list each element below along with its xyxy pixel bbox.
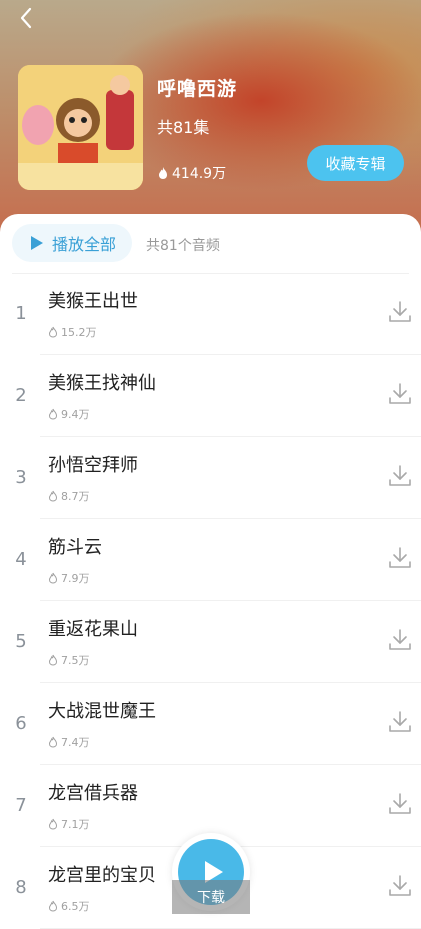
- download-button[interactable]: [387, 873, 413, 899]
- track-play-count-value: 8.7万: [61, 490, 90, 503]
- track-title: 孙悟空拜师: [48, 455, 138, 476]
- track-play-count: 9.4万: [48, 406, 90, 422]
- flame-icon: [48, 572, 58, 584]
- track-play-count-value: 7.1万: [61, 818, 90, 831]
- flame-icon: [48, 408, 58, 420]
- track-play-count: 7.9万: [48, 570, 90, 586]
- flame-icon: [159, 167, 167, 179]
- track-play-count-value: 7.4万: [61, 736, 90, 749]
- flame-icon: [48, 654, 58, 666]
- flame-icon: [48, 818, 58, 830]
- download-button[interactable]: [387, 381, 413, 407]
- album-play-count-value: 414.9万: [172, 166, 227, 182]
- track-title: 龙宫借兵器: [48, 783, 138, 804]
- download-icon: [389, 547, 411, 568]
- track-row[interactable]: 2 美猴王找神仙 9.4万: [15, 355, 421, 437]
- download-button[interactable]: [387, 299, 413, 325]
- track-title: 筋斗云: [48, 537, 102, 558]
- track-play-count-value: 7.5万: [61, 654, 90, 667]
- track-row[interactable]: 6 大战混世魔王 7.4万: [15, 683, 421, 765]
- track-number: 1: [15, 303, 27, 324]
- track-play-count-value: 7.9万: [61, 572, 90, 585]
- download-icon: [389, 383, 411, 404]
- track-play-count: 7.4万: [48, 734, 90, 750]
- track-number: 4: [15, 549, 27, 570]
- download-icon: [389, 301, 411, 322]
- track-play-count: 7.1万: [48, 816, 90, 832]
- flame-icon: [48, 736, 58, 748]
- download-icon: [389, 793, 411, 814]
- track-title: 美猴王出世: [48, 291, 138, 312]
- flame-icon: [48, 490, 58, 502]
- album-title: 呼噜西游: [157, 78, 238, 100]
- track-number: 8: [15, 877, 27, 898]
- track-title: 美猴王找神仙: [48, 373, 156, 394]
- download-button[interactable]: [387, 627, 413, 653]
- track-row[interactable]: 5 重返花果山 7.5万: [15, 601, 421, 683]
- download-icon: [389, 629, 411, 650]
- track-title: 龙宫里的宝贝: [48, 865, 156, 886]
- track-row[interactable]: 4 筋斗云 7.9万: [15, 519, 421, 601]
- play-all-button[interactable]: 播放全部: [12, 224, 132, 262]
- flame-icon: [48, 900, 58, 912]
- track-number: 2: [15, 385, 27, 406]
- track-number: 5: [15, 631, 27, 652]
- download-icon: [389, 465, 411, 486]
- track-play-count: 8.7万: [48, 488, 90, 504]
- track-row[interactable]: 1 美猴王出世 15.2万: [15, 273, 421, 355]
- download-label[interactable]: 下载: [172, 880, 250, 914]
- track-title: 重返花果山: [48, 619, 138, 640]
- download-button[interactable]: [387, 791, 413, 817]
- track-play-count: 15.2万: [48, 324, 97, 340]
- track-play-count-value: 6.5万: [61, 900, 90, 913]
- track-number: 6: [15, 713, 27, 734]
- episode-count: 共81集: [157, 118, 210, 137]
- track-play-count: 6.5万: [48, 898, 90, 914]
- back-button[interactable]: [12, 4, 42, 34]
- audio-count: 共81个音频: [146, 238, 220, 254]
- track-number: 3: [15, 467, 27, 488]
- download-icon: [389, 875, 411, 896]
- favorite-album-button[interactable]: 收藏专辑: [307, 145, 404, 181]
- album-cover: [18, 65, 143, 190]
- download-icon: [389, 711, 411, 732]
- track-list-panel: 播放全部 共81个音频 1 美猴王出世 15.2万 2 美猴王找神仙 9.4万 3 孙悟空拜师…: [0, 214, 421, 929]
- play-icon: [31, 236, 43, 250]
- play-all-label: 播放全部: [52, 235, 117, 254]
- track-number: 7: [15, 795, 27, 816]
- flame-icon: [48, 326, 58, 338]
- album-play-count: 414.9万: [157, 163, 226, 183]
- track-play-count-value: 9.4万: [61, 408, 90, 421]
- download-button[interactable]: [387, 709, 413, 735]
- chevron-left-icon: [20, 7, 32, 29]
- track-title: 大战混世魔王: [48, 701, 156, 722]
- download-button[interactable]: [387, 545, 413, 571]
- track-row[interactable]: 3 孙悟空拜师 8.7万: [15, 437, 421, 519]
- track-list: 1 美猴王出世 15.2万 2 美猴王找神仙 9.4万 3 孙悟空拜师 8.7万 4 筋斗云 7.9万…: [0, 273, 421, 929]
- download-button[interactable]: [387, 463, 413, 489]
- track-play-count-value: 15.2万: [61, 326, 97, 339]
- track-play-count: 7.5万: [48, 652, 90, 668]
- track-row[interactable]: 7 龙宫借兵器 7.1万: [15, 765, 421, 847]
